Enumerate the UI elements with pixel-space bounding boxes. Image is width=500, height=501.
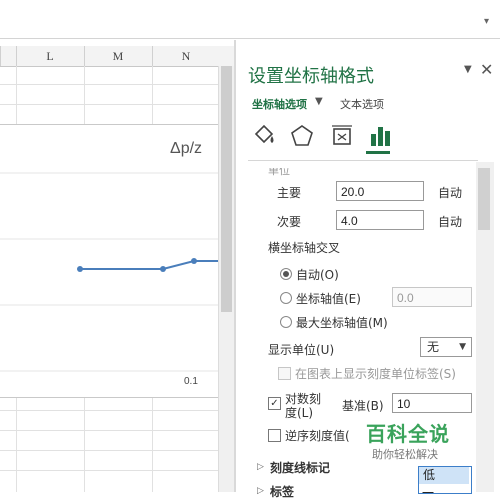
chevron-down-icon[interactable]: ▼ — [315, 96, 323, 107]
minor-unit-auto-button[interactable]: 自动 — [438, 213, 462, 230]
tab-text-options[interactable]: 文本选项 — [340, 96, 384, 112]
chart-title[interactable]: Δp/z — [170, 140, 202, 158]
gridline — [0, 470, 218, 471]
dropdown-option[interactable]: 一 — [422, 484, 434, 501]
pane-divider — [248, 160, 478, 161]
crosses-auto-radio[interactable] — [280, 268, 292, 280]
chevron-right-icon[interactable]: ▷ — [257, 462, 264, 472]
column-headers: L M N — [0, 46, 236, 67]
sheet-scroll-thumb[interactable] — [221, 66, 232, 312]
column-header-l[interactable]: L — [16, 46, 83, 66]
axis-crosses-heading: 横坐标轴交叉 — [268, 241, 341, 255]
data-point-0[interactable] — [77, 266, 83, 272]
log-scale-label-line2[interactable]: 度(L) — [285, 404, 313, 421]
chart-plot[interactable] — [0, 125, 218, 397]
minor-unit-input[interactable]: 4.0 — [336, 210, 424, 230]
data-point-1[interactable] — [160, 266, 166, 272]
gridline — [0, 104, 218, 105]
display-units-value: 无 — [427, 340, 440, 354]
gridline — [0, 84, 218, 85]
crosses-axis-value-label[interactable]: 坐标轴值(E) — [296, 290, 361, 307]
tab-axis-options[interactable]: 坐标轴选项 — [252, 96, 307, 112]
log-scale-checkbox[interactable]: ✓ — [268, 397, 281, 410]
gridline — [0, 450, 218, 451]
show-units-label-text: 在图表上显示刻度单位标签(S) — [295, 367, 456, 381]
data-point-2[interactable] — [191, 258, 197, 264]
column-header-m[interactable]: M — [84, 46, 151, 66]
watermark-logo: 百科全说 — [366, 422, 450, 446]
tick-marks-section[interactable]: 刻度线标记 — [270, 459, 330, 476]
reverse-order-label[interactable]: 逆序刻度值( — [285, 427, 350, 444]
show-units-label-checkbox[interactable] — [278, 367, 291, 380]
column-header-n[interactable]: N — [152, 46, 219, 66]
crosses-axis-value-input[interactable]: 0.0 — [392, 287, 472, 307]
pane-scroll-thumb[interactable] — [478, 168, 490, 230]
crosses-max-value-label[interactable]: 最大坐标轴值(M) — [296, 314, 388, 331]
fill-line-icon[interactable] — [250, 122, 278, 150]
log-base-input[interactable]: 10 — [392, 393, 472, 413]
crosses-max-value-radio[interactable] — [280, 316, 292, 328]
reverse-order-checkbox[interactable] — [268, 429, 281, 442]
pane-title: 设置坐标轴格式 — [248, 66, 374, 87]
display-units-select[interactable]: 无 ▼ — [420, 337, 472, 357]
chart-x-tick-label: 0.1 — [184, 376, 198, 387]
gridline — [0, 410, 218, 411]
dropdown-option-low[interactable]: 低 — [419, 467, 469, 484]
effects-pentagon-icon[interactable] — [288, 122, 316, 150]
series-line[interactable] — [80, 260, 218, 270]
pane-options-icon[interactable]: ▼ — [464, 64, 472, 75]
formula-bar[interactable] — [0, 10, 500, 39]
display-units-label: 显示单位(U) — [268, 343, 335, 357]
watermark-tagline: 助你轻松解决 — [372, 448, 438, 461]
chevron-down-icon: ▼ — [459, 342, 466, 352]
major-unit-auto-button[interactable]: 自动 — [438, 184, 462, 201]
major-unit-input[interactable]: 20.0 — [336, 181, 424, 201]
formula-bar-expand-icon[interactable]: ▾ — [484, 16, 489, 27]
minor-unit-label: 次要 — [277, 215, 302, 229]
crosses-auto-label[interactable]: 自动(O) — [296, 266, 339, 283]
major-unit-label: 主要 — [277, 186, 302, 200]
active-icon-tab-indicator — [366, 151, 390, 154]
size-properties-icon[interactable] — [328, 122, 356, 150]
close-icon[interactable]: ✕ — [480, 60, 493, 79]
axis-options-bar-chart-icon[interactable] — [366, 122, 394, 150]
log-base-label: 基准(B) — [342, 399, 384, 413]
column-header-partial[interactable] — [0, 46, 15, 66]
gridline — [0, 430, 218, 431]
crosses-axis-value-radio[interactable] — [280, 292, 292, 304]
chart-area[interactable] — [0, 124, 218, 398]
chevron-right-icon[interactable]: ▷ — [257, 486, 264, 496]
